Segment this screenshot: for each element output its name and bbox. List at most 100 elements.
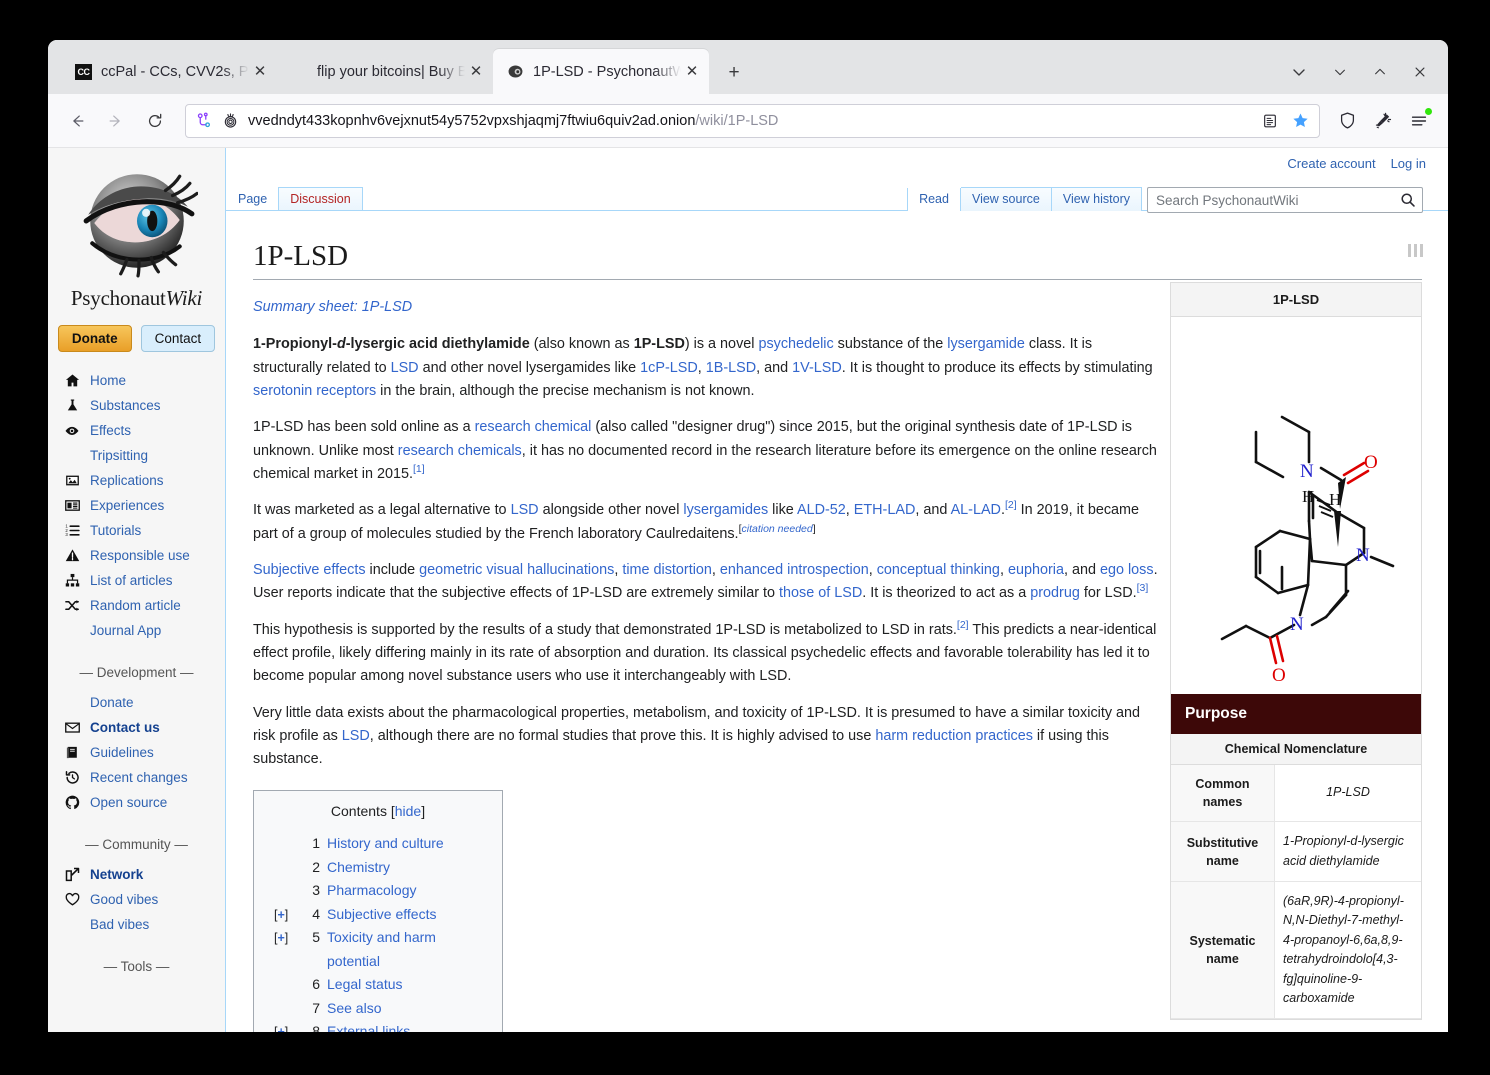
link-lysergamides[interactable]: lysergamides: [683, 502, 768, 518]
toc-item[interactable]: [+] 8 External links: [268, 1020, 488, 1032]
link-those-of-lsd[interactable]: those of LSD: [779, 585, 862, 601]
new-tab-button[interactable]: +: [719, 58, 749, 88]
link-prodrug[interactable]: prodrug: [1030, 585, 1080, 601]
sidebar-item-home[interactable]: Home: [62, 368, 225, 393]
link-1v-lsd[interactable]: 1V-LSD: [792, 360, 842, 376]
link-time-distortion[interactable]: time distortion: [622, 562, 712, 578]
contact-button[interactable]: Contact: [140, 325, 216, 352]
chevron-down-icon[interactable]: [1278, 49, 1320, 94]
sidebar-item-open-source[interactable]: Open source: [62, 790, 225, 815]
onion-site-icon[interactable]: [222, 112, 239, 129]
search-icon[interactable]: [1394, 188, 1422, 212]
sidebar-item-substances[interactable]: Substances: [62, 393, 225, 418]
sidebar-item-tripsitting[interactable]: Tripsitting: [62, 443, 225, 468]
sidebar-item-effects[interactable]: Effects: [62, 418, 225, 443]
tab-view-history[interactable]: View history: [1051, 187, 1142, 211]
reference-2[interactable]: [2]: [1005, 500, 1017, 512]
link-eth-lad[interactable]: ETH-LAD: [854, 502, 916, 518]
toc-label[interactable]: Toxicity and harm potential: [327, 926, 488, 973]
toc-item[interactable]: 7 See also: [268, 997, 488, 1021]
toc-label[interactable]: Pharmacology: [327, 879, 417, 903]
link-lsd-3[interactable]: LSD: [342, 728, 370, 744]
bookmark-star-icon[interactable]: [1285, 107, 1315, 135]
reload-icon[interactable]: [138, 104, 172, 138]
link-serotonin-receptors[interactable]: serotonin receptors: [253, 383, 376, 399]
browser-tab-1[interactable]: CC ccPal - CCs, CVV2s, PayPal ✕: [61, 49, 277, 94]
toc-label[interactable]: See also: [327, 997, 381, 1021]
toc-item[interactable]: 3 Pharmacology: [268, 879, 488, 903]
search-input[interactable]: [1148, 192, 1394, 208]
new-identity-broom-icon[interactable]: [1366, 104, 1400, 138]
reference-1[interactable]: [1]: [413, 463, 425, 475]
toc-item[interactable]: 1 History and culture: [268, 832, 488, 856]
tab-discussion[interactable]: Discussion: [278, 187, 363, 211]
toc-expand[interactable]: [+]: [274, 928, 301, 949]
tor-shield-icon[interactable]: [1330, 104, 1364, 138]
close-icon[interactable]: ✕: [249, 64, 271, 79]
sidebar-item-network[interactable]: Network: [62, 862, 225, 887]
toc-item[interactable]: 6 Legal status: [268, 973, 488, 997]
toc-expand[interactable]: [+]: [274, 1022, 301, 1032]
link-research-chemical[interactable]: research chemical: [475, 419, 592, 435]
minimize-icon[interactable]: [1320, 49, 1360, 94]
app-menu-icon[interactable]: [1402, 104, 1436, 138]
sidebar-item-responsible-use[interactable]: Responsible use: [62, 543, 225, 568]
link-1b-lsd[interactable]: 1B-LSD: [706, 360, 756, 376]
toc-label[interactable]: History and culture: [327, 832, 444, 856]
toc-hide-link[interactable]: hide: [395, 803, 421, 819]
link-1cp-lsd[interactable]: 1cP-LSD: [640, 360, 698, 376]
link-psychedelic[interactable]: psychedelic: [758, 336, 833, 352]
link-euphoria[interactable]: euphoria: [1008, 562, 1064, 578]
link-enhanced-introspection[interactable]: enhanced introspection: [720, 562, 869, 578]
tor-circuit-icon[interactable]: [196, 112, 213, 129]
sidebar-item-tutorials[interactable]: 123 Tutorials: [62, 518, 225, 543]
toc-item[interactable]: [+] 4 Subjective effects: [268, 903, 488, 927]
link-geometric-visual-hallucinations[interactable]: geometric visual hallucinations: [419, 562, 614, 578]
reader-view-icon[interactable]: [1255, 107, 1285, 135]
sidebar-item-guidelines[interactable]: Guidelines: [62, 740, 225, 765]
create-account-link[interactable]: Create account: [1287, 156, 1375, 171]
reference-3[interactable]: [3]: [1137, 582, 1149, 594]
tab-page[interactable]: Page: [226, 188, 278, 211]
toc-label[interactable]: External links: [327, 1020, 410, 1032]
donate-button[interactable]: Donate: [57, 325, 132, 352]
summary-sheet-link[interactable]: Summary sheet: 1P-LSD: [253, 296, 412, 319]
link-lsd-2[interactable]: LSD: [511, 502, 539, 518]
sidebar-item-list-of-articles[interactable]: List of articles: [62, 568, 225, 593]
sidebar-item-contact-us[interactable]: Contact us: [62, 715, 225, 740]
sidebar-item-recent-changes[interactable]: Recent changes: [62, 765, 225, 790]
back-arrow-icon[interactable]: [60, 104, 94, 138]
sidebar-item-good-vibes[interactable]: Good vibes: [62, 887, 225, 912]
browser-tab-2[interactable]: flip your bitcoins| Buy Bitcoins F ✕: [277, 49, 493, 94]
toc-label[interactable]: Subjective effects: [327, 903, 436, 927]
link-research-chemicals[interactable]: research chemicals: [398, 443, 522, 459]
sidebar-item-experiences[interactable]: Experiences: [62, 493, 225, 518]
citation-needed[interactable]: [citation needed]: [739, 523, 816, 535]
tab-view-source[interactable]: View source: [960, 187, 1052, 211]
toc-expand[interactable]: [+]: [274, 905, 301, 926]
link-al-lad[interactable]: AL-LAD: [951, 502, 1001, 518]
toc-item[interactable]: 2 Chemistry: [268, 856, 488, 880]
sidebar-item-journal-app[interactable]: Journal App: [62, 618, 225, 643]
log-in-link[interactable]: Log in: [1391, 156, 1426, 171]
close-icon[interactable]: [1400, 49, 1440, 94]
link-lsd[interactable]: LSD: [391, 360, 419, 376]
link-ald-52[interactable]: ALD-52: [797, 502, 846, 518]
maximize-icon[interactable]: [1360, 49, 1400, 94]
tab-read[interactable]: Read: [907, 188, 961, 211]
link-conceptual-thinking[interactable]: conceptual thinking: [877, 562, 1000, 578]
link-lysergamide[interactable]: lysergamide: [947, 336, 1025, 352]
link-harm-reduction-practices[interactable]: harm reduction practices: [875, 728, 1033, 744]
search-box[interactable]: [1147, 187, 1423, 213]
sidebar-item-random-article[interactable]: Random article: [62, 593, 225, 618]
reference-2b[interactable]: [2]: [957, 619, 969, 631]
forward-arrow-icon[interactable]: [99, 104, 133, 138]
link-subjective-effects[interactable]: Subjective effects: [253, 562, 366, 578]
toc-label[interactable]: Chemistry: [327, 856, 390, 880]
sidebar-item-replications[interactable]: Replications: [62, 468, 225, 493]
sidebar-item-bad-vibes[interactable]: Bad vibes: [62, 912, 225, 937]
toc-item[interactable]: [+] 5 Toxicity and harm potential: [268, 926, 488, 973]
link-ego-loss[interactable]: ego loss: [1100, 562, 1154, 578]
url-bar[interactable]: vvedndyt433kopnhv6vejxnut54y5752vpxshjaq…: [185, 103, 1320, 138]
close-icon[interactable]: ✕: [465, 64, 487, 79]
